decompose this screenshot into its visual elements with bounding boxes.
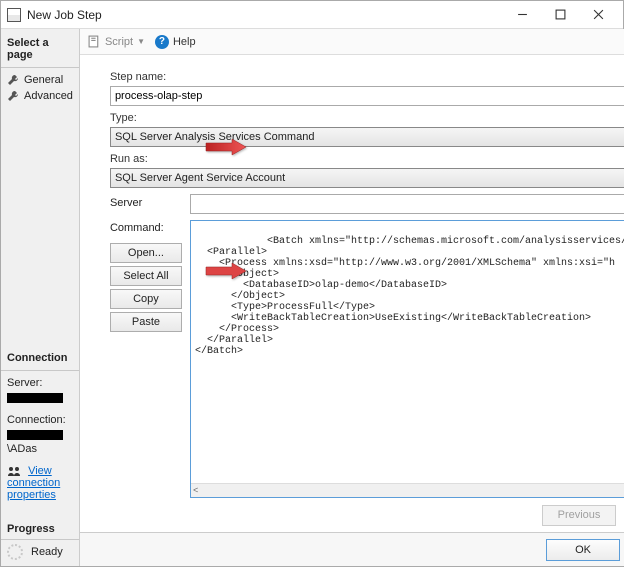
type-label: Type: <box>110 112 624 124</box>
nav-advanced-label: Advanced <box>24 90 73 102</box>
wizard-nav: Previous Next <box>80 498 624 532</box>
progress-header: Progress <box>7 523 73 535</box>
help-icon: ? <box>155 35 169 49</box>
toolbar: Script ▼ ? Help <box>80 29 624 55</box>
annotation-arrow <box>204 261 248 281</box>
annotation-arrow <box>204 137 248 157</box>
script-icon <box>88 35 101 48</box>
select-all-button[interactable]: Select All <box>110 266 182 286</box>
script-button[interactable]: Script ▼ <box>88 35 145 48</box>
ok-button[interactable]: OK <box>546 539 620 561</box>
title-bar: New Job Step <box>1 1 623 29</box>
nav-general-label: General <box>24 74 63 86</box>
command-label: Command: <box>110 222 182 234</box>
server-input[interactable] <box>190 194 624 214</box>
close-button[interactable] <box>579 4 617 26</box>
connection-redacted <box>7 430 63 440</box>
connection-suffix: \ADas <box>7 443 37 455</box>
app-icon <box>7 8 21 22</box>
nav-advanced[interactable]: Advanced <box>7 88 73 104</box>
server-label: Server: <box>7 377 73 389</box>
type-dropdown[interactable]: SQL Server Analysis Services Command ⌄ <box>110 127 624 147</box>
progress-status: Ready <box>31 546 63 558</box>
nav-general[interactable]: General <box>7 72 73 88</box>
form-area: Step name: Type: SQL Server Analysis Ser… <box>80 55 624 498</box>
dialog-footer: OK Cancel <box>80 532 624 566</box>
select-page-header: Select a page <box>7 37 73 61</box>
left-panel: Select a page General Advanced Connectio… <box>1 29 80 566</box>
previous-button[interactable]: Previous <box>542 505 616 526</box>
server-redacted <box>7 393 63 403</box>
runas-label: Run as: <box>110 153 624 165</box>
right-panel: Script ▼ ? Help Step name: Type: SQL Ser… <box>80 29 624 566</box>
wrench-icon <box>7 74 19 86</box>
step-name-input[interactable] <box>110 86 624 106</box>
horizontal-scrollbar[interactable]: <> <box>191 483 624 497</box>
chevron-down-icon: ▼ <box>137 37 145 46</box>
paste-button[interactable]: Paste <box>110 312 182 332</box>
step-name-label: Step name: <box>110 71 624 83</box>
minimize-button[interactable] <box>503 4 541 26</box>
server-label: Server <box>110 194 182 209</box>
people-icon <box>7 465 21 477</box>
wrench-icon <box>7 90 19 102</box>
copy-button[interactable]: Copy <box>110 289 182 309</box>
help-button[interactable]: ? Help <box>155 35 196 49</box>
progress-spinner-icon <box>7 544 23 560</box>
connection-header: Connection <box>7 352 73 364</box>
dialog-window: New Job Step Select a page General Advan… <box>0 0 624 567</box>
open-button[interactable]: Open... <box>110 243 182 263</box>
command-textarea[interactable]: <Batch xmlns="http://schemas.microsoft.c… <box>190 220 624 498</box>
maximize-button[interactable] <box>541 4 579 26</box>
runas-dropdown[interactable]: SQL Server Agent Service Account ⌄ <box>110 168 624 188</box>
command-text: <Batch xmlns="http://schemas.microsoft.c… <box>195 236 624 357</box>
runas-value: SQL Server Agent Service Account <box>115 172 285 184</box>
connection-label: Connection: <box>7 414 73 426</box>
window-title: New Job Step <box>27 8 503 22</box>
